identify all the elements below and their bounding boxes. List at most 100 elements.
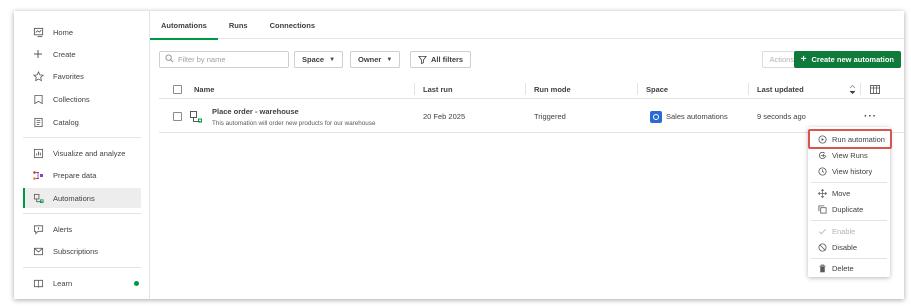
menu-item-label: View Runs bbox=[832, 150, 868, 160]
last-run-value: 20 Feb 2025 bbox=[423, 112, 466, 121]
book-icon bbox=[32, 277, 44, 289]
column-header-last-run[interactable]: Last run bbox=[423, 79, 453, 99]
menu-divider bbox=[811, 258, 887, 259]
view-runs-icon bbox=[817, 150, 827, 160]
select-all-checkbox-cell bbox=[173, 79, 182, 99]
menu-item-disable[interactable]: Disable bbox=[808, 239, 890, 255]
tab-bar: Automations Runs Connections bbox=[150, 11, 904, 40]
play-circle-icon bbox=[817, 134, 827, 144]
menu-item-run-automation[interactable]: Run automation bbox=[808, 131, 890, 147]
automation-description: This automation will order new products … bbox=[212, 119, 376, 127]
menu-item-view-history[interactable]: View history bbox=[808, 163, 890, 179]
column-header-last-updated[interactable]: Last updated bbox=[757, 79, 804, 99]
main-content: Automations Runs Connections Filter by n… bbox=[150, 11, 904, 299]
run-mode-value: Triggered bbox=[534, 112, 566, 121]
column-header-label: Space bbox=[646, 84, 669, 94]
owner-filter-dropdown[interactable]: Owner ▼ bbox=[350, 51, 401, 68]
sidebar-item-label: Subscriptions bbox=[53, 246, 99, 256]
star-icon bbox=[32, 70, 44, 82]
home-icon bbox=[32, 26, 44, 38]
create-automation-button[interactable]: + Create new automation bbox=[793, 51, 901, 68]
tab-runs[interactable]: Runs bbox=[218, 11, 259, 39]
column-header-space[interactable]: Space bbox=[646, 79, 668, 99]
search-input[interactable]: Filter by name bbox=[159, 51, 289, 68]
row-checkbox[interactable] bbox=[173, 112, 182, 121]
sidebar-item-create[interactable]: Create bbox=[23, 44, 141, 64]
sidebar-divider bbox=[23, 267, 141, 268]
check-icon bbox=[817, 226, 827, 236]
sidebar-item-label: Prepare data bbox=[53, 170, 97, 180]
search-icon bbox=[165, 54, 174, 65]
menu-item-enable: Enable bbox=[808, 223, 890, 239]
sidebar-item-label: Visualize and analyze bbox=[53, 148, 126, 158]
menu-item-move[interactable]: Move bbox=[808, 185, 890, 201]
sidebar-item-prepare-data[interactable]: Prepare data bbox=[23, 165, 141, 185]
sidebar-item-automations[interactable]: Automations bbox=[23, 188, 141, 208]
automation-name[interactable]: Place order - warehouse bbox=[212, 107, 299, 116]
space-filter-label: Space bbox=[302, 55, 325, 64]
column-separator bbox=[637, 83, 638, 95]
sidebar-item-home[interactable]: Home bbox=[23, 22, 141, 42]
column-separator bbox=[525, 83, 526, 95]
actions-label: Actions bbox=[769, 55, 795, 64]
sidebar-item-label: Learn bbox=[53, 278, 73, 288]
sidebar-item-label: Favorites bbox=[53, 71, 84, 81]
tab-connections[interactable]: Connections bbox=[259, 11, 326, 39]
menu-item-label: Move bbox=[832, 188, 851, 198]
last-run-cell: 20 Feb 2025 bbox=[423, 100, 465, 133]
notification-dot bbox=[134, 280, 139, 286]
automation-type-icon bbox=[189, 100, 203, 133]
menu-item-label: Enable bbox=[832, 226, 856, 236]
menu-item-duplicate[interactable]: Duplicate bbox=[808, 201, 890, 217]
sidebar-item-alerts[interactable]: Alerts bbox=[23, 219, 141, 239]
sidebar-item-label: Catalog bbox=[53, 117, 79, 127]
menu-item-view-runs[interactable]: View Runs bbox=[808, 147, 890, 163]
menu-divider bbox=[811, 182, 887, 183]
sort-icon[interactable] bbox=[849, 79, 856, 99]
filter-icon bbox=[418, 55, 427, 64]
column-header-label: Name bbox=[194, 84, 215, 94]
catalog-icon bbox=[32, 116, 44, 128]
sidebar-item-collections[interactable]: Collections bbox=[23, 89, 141, 109]
column-header-label: Last updated bbox=[757, 84, 804, 94]
automation-icon bbox=[32, 192, 44, 204]
plus-icon bbox=[32, 48, 44, 60]
automation-name-cell[interactable]: Place order - warehouse This automation … bbox=[212, 100, 375, 133]
space-icon bbox=[650, 110, 662, 123]
plus-icon: + bbox=[800, 53, 807, 65]
sidebar-item-catalog[interactable]: Catalog bbox=[23, 112, 141, 132]
chevron-down-icon: ▼ bbox=[329, 56, 336, 63]
column-separator bbox=[860, 83, 861, 95]
space-filter-dropdown[interactable]: Space ▼ bbox=[294, 51, 344, 68]
row-checkbox-cell bbox=[173, 100, 182, 133]
tab-label: Automations bbox=[161, 20, 207, 30]
owner-filter-label: Owner bbox=[358, 55, 382, 64]
menu-item-delete[interactable]: Delete bbox=[808, 260, 890, 276]
tab-label: Connections bbox=[269, 20, 316, 30]
context-menu: Run automation View Runs View history Mo… bbox=[808, 127, 890, 277]
data-flow-icon bbox=[32, 169, 44, 181]
tab-label: Runs bbox=[228, 20, 248, 30]
column-header-name[interactable]: Name bbox=[194, 79, 214, 99]
column-separator bbox=[748, 83, 749, 95]
search-placeholder: Filter by name bbox=[178, 55, 226, 64]
table-header: Name Last run Run mode Space Last update… bbox=[159, 79, 904, 99]
sidebar-item-label: Home bbox=[53, 27, 74, 37]
column-separator bbox=[414, 83, 415, 95]
sidebar: Home Create Favorites Collections Catalo… bbox=[14, 11, 150, 299]
all-filters-button[interactable]: All filters bbox=[410, 51, 472, 68]
menu-item-label: View history bbox=[832, 166, 873, 176]
sidebar-item-subscriptions[interactable]: Subscriptions bbox=[23, 241, 141, 261]
column-header-label: Run mode bbox=[534, 84, 571, 94]
sidebar-item-learn[interactable]: Learn bbox=[23, 273, 141, 293]
column-picker-icon[interactable] bbox=[870, 79, 880, 99]
sidebar-item-label: Alerts bbox=[53, 224, 73, 234]
tab-automations[interactable]: Automations bbox=[150, 11, 218, 40]
select-all-checkbox[interactable] bbox=[173, 84, 182, 94]
space-value: Sales automations bbox=[666, 112, 728, 121]
table-row[interactable]: Place order - warehouse This automation … bbox=[159, 100, 904, 133]
column-header-run-mode[interactable]: Run mode bbox=[534, 79, 571, 99]
sidebar-item-visualize[interactable]: Visualize and analyze bbox=[23, 143, 141, 163]
history-icon bbox=[817, 166, 827, 176]
sidebar-item-favorites[interactable]: Favorites bbox=[23, 66, 141, 86]
